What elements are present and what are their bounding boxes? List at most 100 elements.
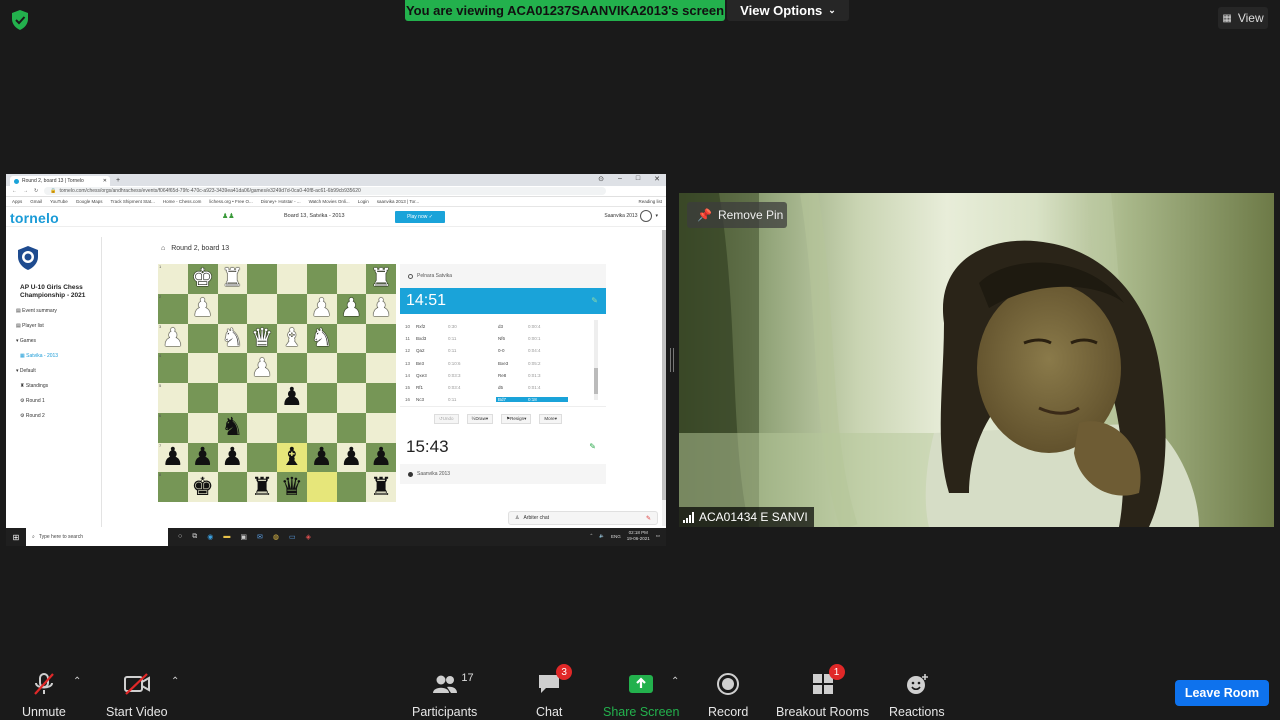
board-square[interactable] <box>306 383 337 413</box>
task-view-icon[interactable]: ⧉ <box>192 533 197 541</box>
board-square[interactable]: ♛ <box>277 472 307 502</box>
black-pawn-icon[interactable]: ♟ <box>340 444 362 470</box>
leave-room-button[interactable]: Leave Room <box>1175 680 1269 706</box>
bookmark-item[interactable]: Apps <box>12 199 22 204</box>
board-square[interactable]: 1 <box>158 264 188 294</box>
resign-button[interactable]: ⚑ Resign ▾ <box>501 413 532 424</box>
white-queen-icon[interactable]: ♛ <box>251 325 273 351</box>
board-square[interactable] <box>187 412 218 443</box>
black-pawn-icon[interactable]: ♟ <box>221 444 243 470</box>
bookmark-item[interactable]: Track Shipment Stat... <box>110 199 154 204</box>
move-row[interactable]: 15 Rf1 0:03:4 d5 0:01:4 <box>400 381 606 393</box>
board-square[interactable] <box>336 412 367 443</box>
board-square[interactable]: 6 <box>158 412 188 443</box>
board-square[interactable] <box>366 323 396 354</box>
black-bishop-icon[interactable]: ♝ <box>281 444 303 470</box>
white-pawn-icon[interactable]: ♟ <box>251 355 273 381</box>
unmute-button[interactable]: Unmute <box>22 670 66 719</box>
mail-icon[interactable]: ✉ <box>257 533 263 541</box>
white-bishop-icon[interactable]: ♝ <box>281 325 303 351</box>
board-square[interactable] <box>277 412 307 443</box>
bookmark-item[interactable]: Watch Movies Onli... <box>309 199 350 204</box>
move-row[interactable]: 13 Be3 0:10:6 Bxe3 0:05:2 <box>400 357 606 369</box>
close-window-icon[interactable]: ✕ <box>654 175 660 183</box>
board-square[interactable] <box>217 353 248 383</box>
board-square[interactable] <box>217 293 248 324</box>
board-square[interactable]: ♜ <box>366 472 396 502</box>
breakout-rooms-button[interactable]: 1 Breakout Rooms <box>776 664 869 719</box>
forward-arrow-icon[interactable]: → <box>23 188 28 194</box>
share-screen-button[interactable]: Share Screen <box>603 670 679 719</box>
bookmark-item[interactable]: Google Maps <box>76 199 103 204</box>
board-square[interactable]: ♝ <box>277 442 307 473</box>
bookmark-item[interactable]: saanvika 2013 | Tor... <box>377 199 419 204</box>
participants-button[interactable]: 17 Participants <box>412 670 477 719</box>
chess-board[interactable]: 1 ♚ ♜ ♜ 2 ♟ ♟ ♟ ♟ 3 ♟ ♞ ♛ ♝ ♞ 4 ♟ 5 ♟ 6 ♞ 7 ♟ ♟ ♟ ♝ ♟ ♟ ♟ 8 ♚ ♜ ♛ ♜ <box>158 264 396 502</box>
board-square[interactable]: ♟ <box>366 442 396 473</box>
board-square[interactable]: ♟ <box>366 293 396 324</box>
store-icon[interactable]: ▣ <box>240 533 247 541</box>
board-square[interactable]: ♞ <box>217 323 248 354</box>
record-button[interactable]: Record <box>708 670 748 719</box>
black-queen-icon[interactable]: ♛ <box>281 474 303 500</box>
board-square[interactable]: ♟ <box>306 442 337 473</box>
tornelo-logo[interactable]: tornelo <box>10 210 59 226</box>
black-pawn-icon[interactable]: ♟ <box>281 385 303 410</box>
minimize-icon[interactable]: – <box>618 175 622 183</box>
board-square[interactable]: 4 <box>158 353 188 383</box>
board-square[interactable]: ♚ <box>187 264 218 294</box>
tray-clock[interactable]: 02:18 PM 19-06-2021 <box>627 530 650 542</box>
black-rook-icon[interactable]: ♜ <box>370 474 392 500</box>
board-square[interactable]: 5 <box>158 383 188 413</box>
board-square[interactable] <box>187 323 218 354</box>
white-king-icon[interactable]: ♚ <box>191 266 213 291</box>
scrollbar-thumb[interactable] <box>662 230 666 500</box>
board-square[interactable]: ♝ <box>277 323 307 354</box>
board-square[interactable] <box>306 412 337 443</box>
board-square[interactable] <box>336 472 367 502</box>
board-square[interactable] <box>277 264 307 294</box>
reload-icon[interactable]: ↻ <box>34 188 38 194</box>
bookmark-item[interactable]: lichess.org • Free O... <box>209 199 252 204</box>
browser-tab[interactable]: Round 2, board 13 | Tornelo ✕ <box>10 176 110 186</box>
board-square[interactable] <box>366 412 396 443</box>
security-shield-icon[interactable] <box>10 9 30 31</box>
sidebar-item-standings[interactable]: ♜ Standings <box>20 383 97 389</box>
move-row[interactable]: 10 Rxf2 0:30 d3 0:00:4 <box>400 320 606 332</box>
share-options-caret-icon[interactable]: ⌃ <box>671 676 679 687</box>
board-square[interactable]: ♚ <box>187 472 218 502</box>
bookmark-item[interactable]: Home - Chess.com <box>163 199 202 204</box>
remove-pin-button[interactable]: 📌 Remove Pin <box>687 202 787 228</box>
reactions-button[interactable]: Reactions <box>889 670 945 719</box>
board-square[interactable] <box>277 293 307 324</box>
board-square[interactable] <box>247 383 277 413</box>
move-list-scrollbar[interactable] <box>594 320 598 400</box>
board-square[interactable] <box>247 264 277 294</box>
undo-button[interactable]: ↺ Undo <box>434 413 459 424</box>
draw-button[interactable]: ½ Draw ▾ <box>466 413 494 424</box>
bookmark-item[interactable]: Reading list <box>638 199 662 204</box>
tab-close-icon[interactable]: ✕ <box>103 178 107 184</box>
board-square[interactable]: ♟ <box>187 293 218 324</box>
white-pawn-icon[interactable]: ♟ <box>370 296 392 321</box>
board-square[interactable] <box>247 412 277 443</box>
move-list[interactable]: 10 Rxf2 0:30 d3 0:00:4 11 Bxd3 0:11 Nf6 0:00:1 12 Q… <box>400 314 606 406</box>
audio-options-caret-icon[interactable]: ⌃ <box>73 676 81 687</box>
move-row[interactable]: 12 Qa2 0:11 0-0 0:04:4 <box>400 345 606 357</box>
board-square[interactable] <box>306 472 337 502</box>
start-video-button[interactable]: Start Video <box>106 670 168 719</box>
board-square[interactable] <box>336 383 367 413</box>
board-square[interactable]: ♟ <box>306 293 337 324</box>
windows-start-icon[interactable]: ⊞ <box>6 533 26 542</box>
black-pawn-icon[interactable]: ♟ <box>191 444 213 470</box>
board-square[interactable]: ♞ <box>217 412 248 443</box>
board-square[interactable] <box>187 383 218 413</box>
board-square[interactable]: 8 <box>158 472 188 502</box>
black-king-icon[interactable]: ♚ <box>191 474 213 500</box>
view-options-button[interactable]: View Options ⌄ <box>727 0 849 21</box>
tray-language[interactable]: ENG <box>611 534 621 539</box>
board-square[interactable]: ♟ <box>247 353 277 383</box>
black-pawn-icon[interactable]: ♟ <box>162 444 184 470</box>
sidebar-item-event-summary[interactable]: ▤ Event summary <box>16 308 97 314</box>
file-explorer-icon[interactable]: ▬ <box>223 533 230 541</box>
